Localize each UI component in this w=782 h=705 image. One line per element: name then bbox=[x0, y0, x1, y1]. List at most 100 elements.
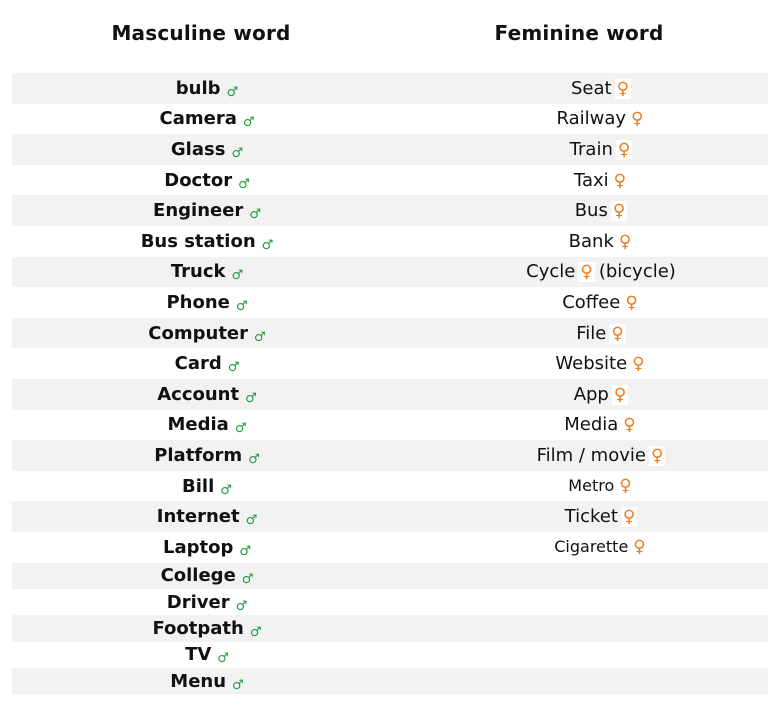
feminine-word-text: Ticket bbox=[564, 506, 618, 528]
feminine-cell bbox=[390, 642, 768, 668]
masculine-word-text: Truck bbox=[170, 261, 226, 283]
male-symbol-icon: ♂ bbox=[241, 572, 254, 588]
masculine-cell: Internet ♂ bbox=[12, 501, 390, 532]
male-symbol-icon: ♂ bbox=[245, 390, 257, 406]
table-row: Computer ♂ File ♀ bbox=[12, 317, 768, 349]
male-symbol-icon: ♂ bbox=[261, 237, 274, 253]
feminine-word-text: Train bbox=[569, 138, 613, 160]
feminine-word: Coffee ♀ bbox=[562, 292, 640, 313]
masculine-word: Engineer ♂ bbox=[153, 200, 261, 222]
male-symbol-icon: ♂ bbox=[217, 651, 229, 667]
masculine-cell: Account ♂ bbox=[12, 379, 390, 410]
feminine-word: Website ♀ bbox=[555, 353, 647, 375]
masculine-column-header: Masculine word bbox=[111, 21, 291, 45]
feminine-cell bbox=[390, 589, 768, 615]
feminine-word-text: Cycle bbox=[526, 261, 576, 283]
feminine-cell bbox=[390, 615, 768, 641]
masculine-word: College ♂ bbox=[161, 565, 254, 588]
feminine-word: Media ♀ bbox=[564, 414, 638, 436]
masculine-word: Bill ♂ bbox=[182, 475, 232, 498]
table-row: College ♂ bbox=[12, 562, 768, 589]
feminine-word-text: App bbox=[573, 383, 609, 405]
feminine-cell: Metro ♀ bbox=[390, 471, 768, 502]
feminine-word: Bank ♀ bbox=[569, 231, 634, 252]
feminine-cell bbox=[390, 563, 768, 589]
feminine-cell: Website ♀ bbox=[390, 348, 768, 379]
table-row: Doctor ♂ Taxi ♀ bbox=[12, 164, 768, 196]
female-symbol-icon: ♀ bbox=[629, 109, 646, 130]
masculine-word-text: Laptop bbox=[162, 536, 234, 558]
masculine-cell: Bus station ♂ bbox=[12, 226, 390, 257]
feminine-cell: Cigarette ♀ bbox=[390, 532, 768, 563]
masculine-word: TV ♂ bbox=[185, 644, 229, 667]
feminine-word-text: File bbox=[576, 322, 607, 344]
masculine-word-text: Bill bbox=[182, 475, 215, 497]
feminine-cell: Bus ♀ bbox=[390, 195, 768, 226]
female-symbol-icon: ♀ bbox=[611, 170, 629, 191]
female-symbol-icon: ♀ bbox=[614, 78, 632, 99]
female-symbol-icon: ♀ bbox=[621, 415, 638, 436]
masculine-word-text: Platform bbox=[154, 444, 243, 466]
masculine-word-text: Camera bbox=[159, 108, 237, 130]
masculine-word-text: Bus station bbox=[140, 230, 256, 252]
table-row: Platform ♂ Film / movie ♀ bbox=[12, 440, 768, 471]
table-row: Media ♂ Media ♀ bbox=[12, 409, 768, 441]
masculine-cell: Glass ♂ bbox=[12, 134, 390, 165]
masculine-word-text: bulb bbox=[175, 77, 221, 99]
feminine-word: Cigarette ♀ bbox=[554, 537, 648, 558]
table-row: Menu ♂ bbox=[12, 668, 768, 695]
masculine-cell: Menu ♂ bbox=[12, 668, 390, 694]
feminine-word-text: Bank bbox=[568, 230, 614, 252]
male-symbol-icon: ♂ bbox=[226, 84, 239, 100]
masculine-word-text: Media bbox=[167, 414, 229, 436]
male-symbol-icon: ♂ bbox=[249, 624, 262, 640]
masculine-word-text: TV bbox=[185, 644, 212, 666]
masculine-cell: Computer ♂ bbox=[12, 318, 390, 349]
masculine-word: Laptop ♂ bbox=[162, 536, 251, 559]
female-symbol-icon: ♀ bbox=[620, 507, 638, 528]
feminine-word-text: Media bbox=[564, 414, 619, 436]
feminine-word: Cycle ♀ (bicycle) bbox=[526, 261, 676, 283]
masculine-word: Platform ♂ bbox=[154, 444, 260, 467]
female-symbol-icon: ♀ bbox=[615, 139, 633, 160]
female-symbol-icon: ♀ bbox=[616, 231, 634, 252]
feminine-word-text: Metro bbox=[568, 476, 615, 496]
masculine-word-text: Footpath bbox=[152, 617, 244, 639]
table-row: Card ♂ Website ♀ bbox=[12, 348, 768, 379]
masculine-cell: Phone ♂ bbox=[12, 287, 390, 318]
female-symbol-icon: ♀ bbox=[623, 292, 640, 313]
male-symbol-icon: ♂ bbox=[232, 677, 244, 693]
feminine-column-header: Feminine word bbox=[494, 21, 664, 45]
table-row: Account ♂ App ♀ bbox=[12, 378, 768, 410]
masculine-word: Internet ♂ bbox=[156, 506, 257, 528]
male-symbol-icon: ♂ bbox=[239, 543, 251, 559]
masculine-word: bulb ♂ bbox=[175, 77, 239, 100]
table-row: Bus station ♂ Bank ♀ bbox=[12, 225, 768, 257]
feminine-cell bbox=[390, 668, 768, 694]
table-row: Glass ♂ Train ♀ bbox=[12, 134, 768, 165]
female-symbol-icon: ♀ bbox=[631, 537, 648, 558]
male-symbol-icon: ♂ bbox=[254, 329, 266, 345]
feminine-word-text: Bus bbox=[574, 200, 608, 222]
male-symbol-icon: ♂ bbox=[235, 598, 248, 614]
female-symbol-icon: ♀ bbox=[610, 201, 628, 222]
feminine-word: App ♀ bbox=[574, 384, 629, 405]
female-symbol-icon: ♀ bbox=[630, 354, 647, 375]
table-row: Engineer ♂ Bus ♀ bbox=[12, 195, 768, 226]
feminine-word: Taxi ♀ bbox=[574, 170, 629, 191]
masculine-word-text: Computer bbox=[148, 322, 249, 344]
gender-word-table: bulb ♂ Seat ♀ Camera ♂ Railway ♀ Glass ♂ Train ♀ Doc… bbox=[12, 73, 768, 695]
masculine-word-text: Menu bbox=[170, 670, 227, 692]
masculine-word: Footpath ♂ bbox=[152, 617, 262, 640]
table-row: Camera ♂ Railway ♀ bbox=[12, 103, 768, 135]
masculine-word: Computer ♂ bbox=[148, 322, 266, 345]
masculine-cell: College ♂ bbox=[12, 563, 390, 589]
feminine-word: File ♀ bbox=[576, 323, 626, 344]
feminine-word-note: (bicycle) bbox=[598, 261, 676, 283]
feminine-cell: Media ♀ bbox=[390, 410, 768, 441]
masculine-word-text: Internet bbox=[156, 506, 240, 528]
table-row: Internet ♂ Ticket ♀ bbox=[12, 501, 768, 532]
masculine-cell: Footpath ♂ bbox=[12, 615, 390, 641]
feminine-word-text: Cigarette bbox=[554, 537, 629, 557]
masculine-word-text: Glass bbox=[170, 138, 226, 160]
